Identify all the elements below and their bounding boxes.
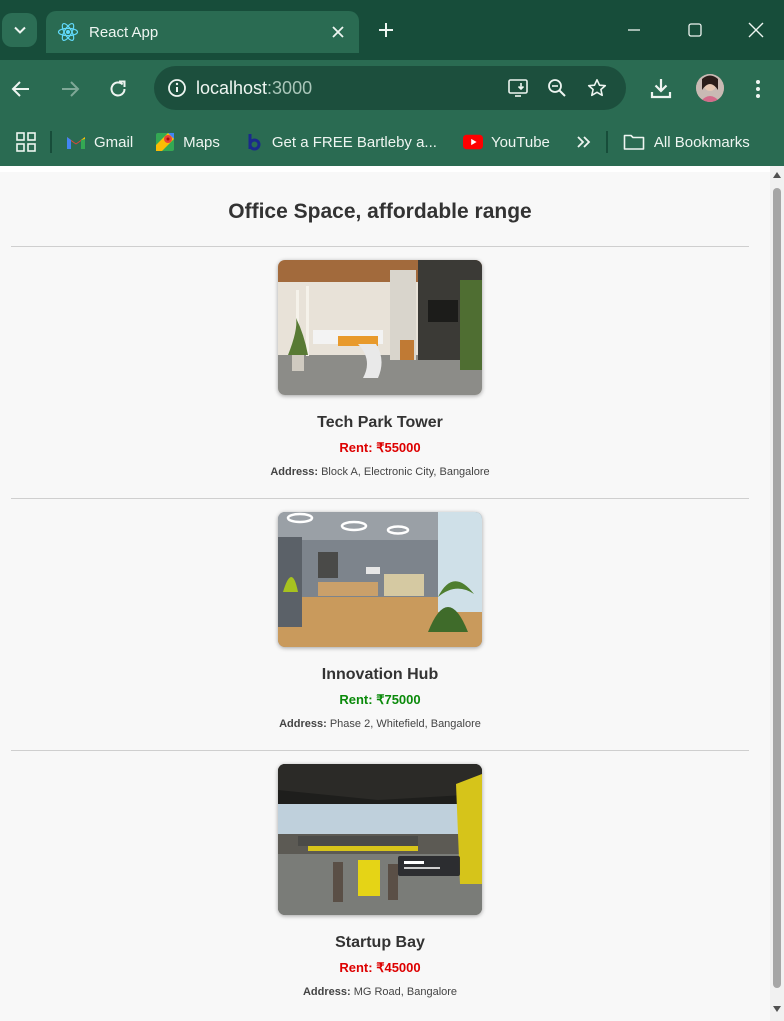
apps-button[interactable] xyxy=(10,126,42,158)
apps-grid-icon xyxy=(16,132,36,152)
folder-icon xyxy=(622,132,646,152)
listing-card: Startup Bay Rent: ₹45000 Address: MG Roa… xyxy=(0,764,760,998)
address-bar[interactable]: localhost:3000 xyxy=(154,66,626,110)
listing-name: Tech Park Tower xyxy=(317,414,443,431)
more-bookmarks-button[interactable] xyxy=(570,126,598,158)
bookmarks-divider xyxy=(50,131,52,153)
bookmark-label: YouTube xyxy=(490,133,550,151)
close-tab-button[interactable] xyxy=(323,17,353,47)
maximize-button[interactable] xyxy=(665,10,725,50)
double-chevron-right-icon xyxy=(577,136,591,148)
all-bookmarks-button[interactable]: All Bookmarks xyxy=(616,126,756,158)
bookmark-label: Maps xyxy=(183,133,220,151)
office-photo xyxy=(278,764,482,915)
listing-name: Startup Bay xyxy=(335,934,425,951)
minimize-icon xyxy=(628,29,640,31)
listing-card: Tech Park Tower Rent: ₹55000 Address: Bl… xyxy=(0,260,760,478)
address-value: MG Road, Bangalore xyxy=(353,986,458,998)
zoom-icon[interactable] xyxy=(542,73,572,103)
divider xyxy=(11,750,749,751)
plus-icon xyxy=(379,23,393,37)
bartleby-icon xyxy=(244,132,264,152)
bookmarks-bar: Gmail Maps Get a FREE Bartleby a... YouT… xyxy=(0,118,784,166)
maps-icon xyxy=(155,132,175,152)
close-icon xyxy=(748,22,764,38)
react-logo-icon xyxy=(57,21,79,43)
url-text: localhost:3000 xyxy=(196,78,504,99)
download-icon xyxy=(650,79,672,99)
page-title: Office Space, affordable range xyxy=(228,200,532,223)
bookmark-bartleby[interactable]: Get a FREE Bartleby a... xyxy=(238,126,443,158)
close-window-button[interactable] xyxy=(726,10,784,50)
divider xyxy=(11,246,749,247)
office-photo xyxy=(278,260,482,395)
browser-toolbar: localhost:3000 xyxy=(0,60,784,118)
avatar-icon xyxy=(696,74,724,102)
site-info-icon[interactable] xyxy=(166,77,188,99)
bookmarks-divider xyxy=(605,131,608,153)
gmail-icon xyxy=(66,132,86,152)
bookmark-youtube[interactable]: YouTube xyxy=(457,126,556,158)
address-value: Phase 2, Whitefield, Bangalore xyxy=(329,718,481,730)
tab-search-button[interactable] xyxy=(2,13,37,47)
page-viewport: Office Space, affordable range Tech Park… xyxy=(0,166,770,1021)
chevron-down-icon xyxy=(13,26,26,34)
listing-address: Address: Phase 2, Whitefield, Bangalore xyxy=(0,718,760,730)
arrow-left-icon xyxy=(11,81,29,97)
minimize-button[interactable] xyxy=(604,10,664,50)
listing-rent: Rent: ₹45000 xyxy=(339,960,421,975)
install-app-icon[interactable] xyxy=(504,73,534,103)
bookmark-label: All Bookmarks xyxy=(653,133,750,151)
arrow-right-icon xyxy=(62,81,80,97)
downloads-button[interactable] xyxy=(644,71,678,105)
listing-name: Innovation Hub xyxy=(321,666,439,683)
scroll-down-icon[interactable] xyxy=(773,1006,781,1012)
url-host: localhost xyxy=(196,77,268,98)
scroll-up-icon[interactable] xyxy=(773,172,781,178)
youtube-icon xyxy=(462,132,483,152)
reload-icon xyxy=(110,80,126,97)
forward-button[interactable] xyxy=(53,72,87,106)
close-icon xyxy=(332,26,344,38)
back-button[interactable] xyxy=(4,72,38,106)
address-label: Address: xyxy=(279,718,327,730)
profile-avatar[interactable] xyxy=(696,74,724,102)
listing-address: Address: Block A, Electronic City, Banga… xyxy=(0,466,760,478)
office-photo xyxy=(278,512,482,647)
bookmark-gmail[interactable]: Gmail xyxy=(60,126,139,158)
divider xyxy=(11,498,749,499)
bookmark-label: Get a FREE Bartleby a... xyxy=(271,133,437,151)
more-vertical-icon xyxy=(756,80,760,98)
address-label: Address: xyxy=(302,986,351,998)
tab-title: React App xyxy=(89,23,159,41)
bookmark-maps[interactable]: Maps xyxy=(149,126,226,158)
page-top-edge xyxy=(0,166,770,172)
scrollbar-thumb[interactable] xyxy=(773,188,781,988)
listing-rent: Rent: ₹75000 xyxy=(339,692,421,707)
url-port: :3000 xyxy=(267,77,313,98)
new-tab-button[interactable] xyxy=(371,16,401,44)
address-label: Address: xyxy=(270,466,319,478)
listing-rent: Rent: ₹55000 xyxy=(339,440,421,455)
reload-button[interactable] xyxy=(101,72,135,106)
listing-card: Innovation Hub Rent: ₹75000 Address: Pha… xyxy=(0,512,760,730)
browser-title-bar: React App xyxy=(0,0,784,60)
page-scrollbar[interactable] xyxy=(770,166,784,1021)
address-value: Block A, Electronic City, Bangalore xyxy=(321,466,490,478)
bookmark-star-icon[interactable] xyxy=(582,73,612,103)
maximize-icon xyxy=(688,23,702,37)
browser-tab[interactable]: React App xyxy=(46,11,359,53)
listing-address: Address: MG Road, Bangalore xyxy=(0,986,760,998)
bookmark-label: Gmail xyxy=(94,133,134,151)
browser-menu-button[interactable] xyxy=(741,72,775,106)
